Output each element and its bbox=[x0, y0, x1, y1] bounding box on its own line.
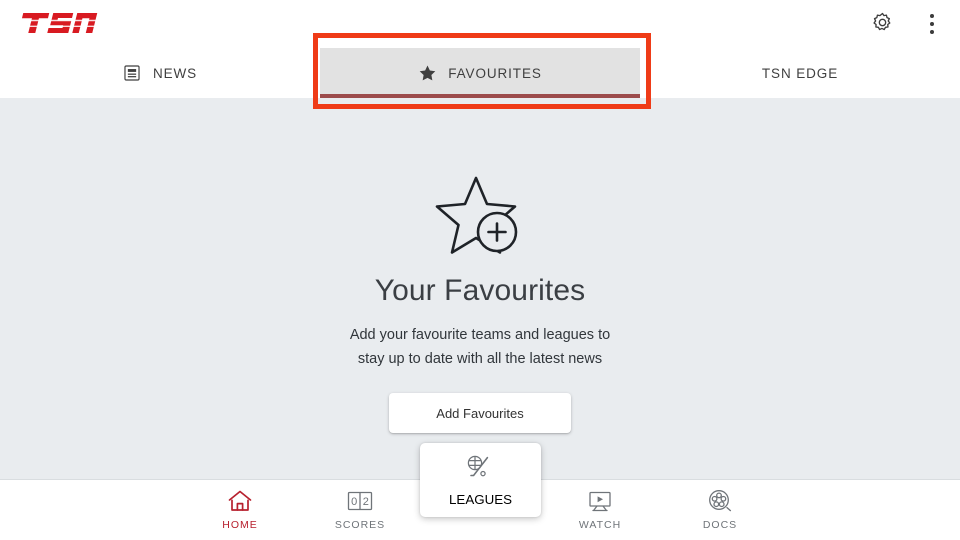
nav-item-docs[interactable]: DOCS bbox=[660, 480, 780, 540]
nav-item-scores[interactable]: 0 2 SCORES bbox=[300, 480, 420, 540]
gear-icon bbox=[871, 11, 894, 37]
empty-state-description: Add your favourite teams and leagues to … bbox=[349, 327, 611, 367]
watch-tv-play-icon bbox=[586, 488, 614, 514]
svg-text:0: 0 bbox=[351, 496, 357, 508]
tab-news[interactable]: NEWS bbox=[0, 48, 320, 98]
favourites-empty-state: Your Favourites Add your favourite teams… bbox=[0, 98, 960, 479]
bottom-navigation: HOME 0 2 SCORES WATCH DOCS LEAGUES bbox=[0, 443, 960, 540]
film-reel-icon bbox=[707, 488, 733, 514]
add-favourites-button[interactable]: Add Favourites bbox=[389, 393, 571, 433]
nav-item-watch-label: WATCH bbox=[578, 519, 622, 531]
news-article-icon bbox=[123, 64, 142, 83]
page-title: Your Favourites bbox=[374, 274, 586, 307]
tab-tsn-edge[interactable]: TSN EDGE bbox=[640, 48, 960, 98]
settings-button[interactable] bbox=[862, 4, 902, 44]
nav-item-leagues[interactable]: LEAGUES bbox=[420, 443, 541, 517]
star-add-icon bbox=[432, 174, 528, 260]
star-filled-icon bbox=[418, 64, 437, 83]
scoreboard-icon: 0 2 bbox=[346, 488, 374, 514]
header-actions bbox=[862, 0, 952, 48]
tab-favourites[interactable]: FAVOURITES bbox=[320, 48, 640, 98]
tab-bar: NEWS FAVOURITES TSN EDGE bbox=[0, 48, 960, 98]
nav-item-leagues-label: LEAGUES bbox=[449, 491, 512, 507]
nav-item-home[interactable]: HOME bbox=[180, 480, 300, 540]
tab-favourites-label: FAVOURITES bbox=[448, 65, 542, 81]
leagues-icon bbox=[464, 454, 498, 485]
tsn-logo bbox=[14, 10, 98, 36]
nav-item-home-label: HOME bbox=[222, 519, 258, 531]
app-header bbox=[0, 0, 960, 48]
kebab-menu-icon bbox=[930, 14, 934, 34]
nav-item-watch[interactable]: WATCH bbox=[540, 480, 660, 540]
app-root: NEWS FAVOURITES TSN EDGE Your Favourites… bbox=[0, 0, 960, 540]
tab-tsn-edge-label: TSN EDGE bbox=[761, 65, 839, 81]
nav-item-scores-label: SCORES bbox=[334, 519, 386, 531]
svg-text:2: 2 bbox=[363, 496, 369, 508]
home-icon bbox=[227, 488, 253, 514]
overflow-menu-button[interactable] bbox=[912, 4, 952, 44]
nav-item-docs-label: DOCS bbox=[702, 519, 738, 531]
tab-news-label: NEWS bbox=[152, 65, 198, 81]
